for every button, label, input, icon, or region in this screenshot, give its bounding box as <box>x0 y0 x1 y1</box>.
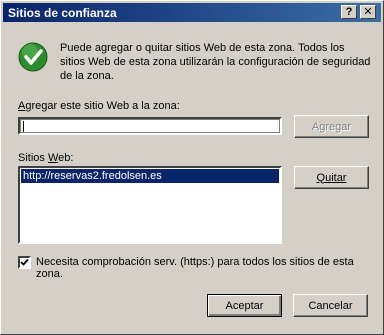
sites-label-post: eb: <box>58 152 74 164</box>
help-button[interactable]: ? <box>341 5 357 19</box>
cancel-button[interactable]: Cancelar <box>293 294 368 317</box>
help-icon: ? <box>345 5 353 18</box>
site-url-input[interactable] <box>18 117 282 135</box>
check-icon <box>18 42 48 72</box>
close-button[interactable]: ✕ <box>360 5 376 19</box>
add-site-label-text: gregar este sitio Web a la zona: <box>25 100 180 112</box>
close-icon: ✕ <box>363 5 373 18</box>
remove-button[interactable]: Quitar <box>294 166 369 189</box>
text-caret <box>23 121 24 132</box>
zone-info-text: Puede agregar o quitar sitios Web de est… <box>60 42 371 82</box>
ok-button[interactable]: Aceptar <box>207 294 282 317</box>
sites-label: Sitios Web: <box>18 152 73 164</box>
https-checkbox-label[interactable]: Necesita comprobación serv. (https:) par… <box>36 256 383 280</box>
title-bar[interactable]: Sitios de confianza ? ✕ <box>3 3 381 22</box>
remove-button-label: Quitar <box>316 171 347 184</box>
https-checkbox[interactable] <box>18 256 31 269</box>
sites-label-accel: W <box>47 152 59 164</box>
sites-label-pre: Sitios <box>18 152 48 164</box>
add-site-label: Agregar este sitio Web a la zona: <box>18 100 180 112</box>
trusted-sites-dialog: Sitios de confianza ? ✕ Puede agregar o … <box>0 0 384 335</box>
window-title: Sitios de confianza <box>8 6 117 20</box>
sites-listbox[interactable]: http://reservas2.fredolsen.es <box>18 166 282 244</box>
list-item[interactable]: http://reservas2.fredolsen.es <box>21 169 279 183</box>
add-button[interactable]: Agregar <box>294 115 369 138</box>
checkmark-icon <box>20 258 29 266</box>
